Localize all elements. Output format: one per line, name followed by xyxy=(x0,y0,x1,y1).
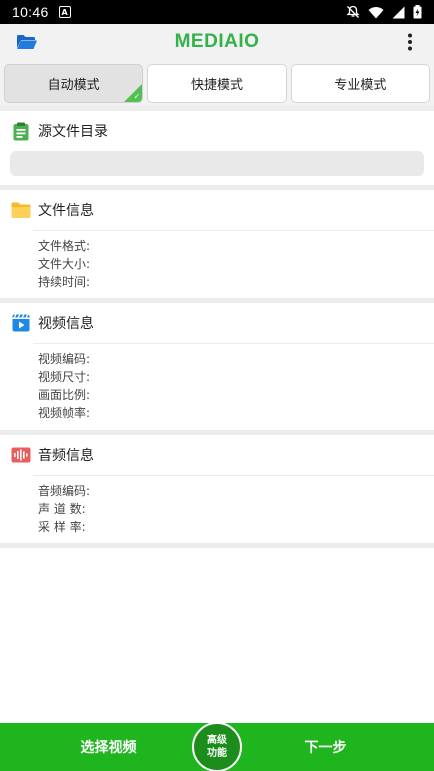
source-title: 源文件目录 xyxy=(38,124,108,140)
video-codec-row: 视频编码: xyxy=(38,352,91,366)
audio-codec-row: 音频编码: xyxy=(38,484,91,498)
file-info-title: 文件信息 xyxy=(38,203,94,219)
status-bar: 10:46 A xyxy=(0,0,434,24)
open-folder-button[interactable] xyxy=(14,29,40,55)
app-title: MEDIAIO xyxy=(174,31,260,52)
tab-quick-mode[interactable]: 快捷模式 xyxy=(147,64,287,103)
advanced-label-line2: 功能 xyxy=(207,748,227,759)
battery-icon xyxy=(413,5,422,19)
folder-icon xyxy=(11,200,31,220)
clipboard-icon xyxy=(11,121,31,141)
file-size-row: 文件大小: xyxy=(38,257,91,271)
tab-auto-mode[interactable]: 自动模式 ✓ xyxy=(4,64,144,103)
channels-row: 声 道 数: xyxy=(38,502,86,516)
video-info-header: 视频信息 xyxy=(0,303,434,343)
frame-rate-row: 视频帧率: xyxy=(38,406,91,420)
audio-info-header: 音频信息 xyxy=(0,435,434,475)
aspect-ratio-row: 画面比例: xyxy=(38,388,91,402)
overflow-menu-button[interactable] xyxy=(400,29,420,55)
folder-open-icon xyxy=(17,35,37,49)
status-time: 10:46 xyxy=(12,4,49,20)
audio-info-section: 音频信息 音频编码: 声 道 数: 采 样 率: xyxy=(0,435,434,543)
file-format-row: 文件格式: xyxy=(38,239,91,253)
advanced-features-button[interactable]: 高级 功能 xyxy=(192,722,242,771)
sample-rate-row: 采 样 率: xyxy=(38,520,86,534)
tab-label: 自动模式 xyxy=(47,78,100,93)
bell-off-icon xyxy=(346,5,360,18)
divider xyxy=(0,543,434,548)
app-bar: MEDIAIO xyxy=(0,24,434,60)
status-icons xyxy=(346,5,422,19)
audio-info-list: 音频编码: 声 道 数: 采 样 率: xyxy=(0,476,434,536)
audio-wave-icon xyxy=(11,445,31,465)
audio-info-title: 音频信息 xyxy=(38,448,94,464)
video-clapper-icon xyxy=(11,313,31,333)
select-video-button[interactable]: 选择视频 xyxy=(0,723,217,771)
video-info-list: 视频编码: 视频尺寸: 画面比例: 视频帧率: xyxy=(0,344,434,422)
tab-label: 专业模式 xyxy=(334,78,387,93)
notification-a-icon: A xyxy=(58,6,71,18)
more-vert-icon xyxy=(408,33,412,51)
tab-pro-mode[interactable]: 专业模式 xyxy=(290,64,430,103)
wifi-icon xyxy=(368,6,384,18)
source-path-field[interactable] xyxy=(10,151,424,176)
check-icon: ✓ xyxy=(133,92,141,101)
next-step-button[interactable]: 下一步 xyxy=(217,723,434,771)
source-header: 源文件目录 xyxy=(0,111,434,151)
file-info-header: 文件信息 xyxy=(0,190,434,230)
file-info-section: 文件信息 文件格式: 文件大小: 持续时间: xyxy=(0,190,434,298)
tab-label: 快捷模式 xyxy=(190,78,243,93)
advanced-label-line1: 高级 xyxy=(207,735,227,746)
video-info-section: 视频信息 视频编码: 视频尺寸: 画面比例: 视频帧率: xyxy=(0,303,434,430)
signal-icon xyxy=(392,6,405,18)
video-size-row: 视频尺寸: xyxy=(38,370,91,384)
mode-tabs: 自动模式 ✓ 快捷模式 专业模式 xyxy=(0,60,434,106)
duration-row: 持续时间: xyxy=(38,275,91,289)
video-info-title: 视频信息 xyxy=(38,316,94,332)
file-info-list: 文件格式: 文件大小: 持续时间: xyxy=(0,231,434,291)
